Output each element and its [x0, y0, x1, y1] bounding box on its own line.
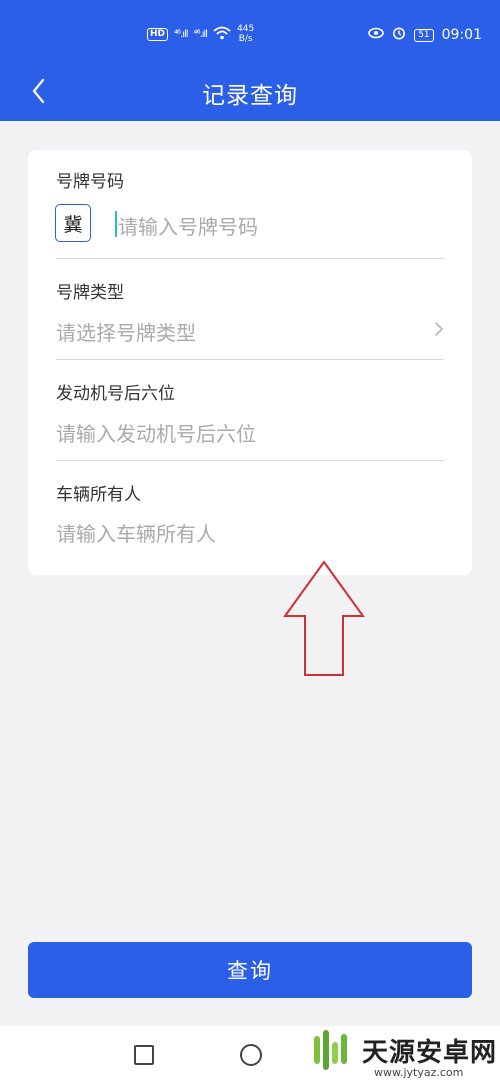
annotation-up-arrow: [283, 560, 365, 676]
engine-number-input[interactable]: 请输入发动机号后六位: [56, 418, 256, 447]
province-selector[interactable]: 冀: [55, 204, 91, 242]
wifi-icon: [213, 26, 231, 43]
network-speed: 445 B/s: [237, 24, 254, 44]
watermark-logo-icon: [314, 1030, 347, 1070]
status-left: HD ⁴⁶.ıll ⁴⁶.ıll 445 B/s: [147, 24, 254, 44]
plate-number-input[interactable]: 请输入号牌号码: [118, 211, 258, 240]
engine-number-label: 发动机号后六位: [56, 384, 175, 404]
alarm-icon: [392, 26, 406, 44]
query-form-card: 号牌号码 冀 请输入号牌号码 号牌类型 请选择号牌类型 发动机号后六位 请输入发…: [28, 150, 472, 575]
status-right: 51 09:01: [368, 26, 482, 44]
owner-label: 车辆所有人: [56, 485, 141, 505]
signal-icon-1: ⁴⁶.ıll: [174, 28, 188, 40]
home-button[interactable]: [240, 1044, 262, 1066]
speed-unit: B/s: [238, 34, 253, 44]
status-bar: HD ⁴⁶.ıll ⁴⁶.ıll 445 B/s 51 09:01: [0, 0, 500, 72]
signal-icon-2: ⁴⁶.ıll: [193, 28, 208, 40]
watermark: 天源安卓网 www.jytyaz.com: [312, 1028, 498, 1079]
plate-type-select[interactable]: 请选择号牌类型: [56, 317, 196, 346]
plate-number-label: 号牌号码: [56, 172, 124, 192]
query-button[interactable]: 查询: [28, 942, 472, 998]
nav-row: 记录查询: [0, 72, 500, 112]
chevron-right-icon: [435, 322, 444, 336]
recent-apps-button[interactable]: [134, 1045, 154, 1065]
eye-icon: [368, 27, 384, 43]
watermark-url: www.jytyaz.com: [374, 1066, 464, 1079]
divider: [56, 359, 444, 360]
page-title: 记录查询: [202, 83, 298, 109]
text-cursor: [115, 211, 117, 237]
hd-badge: HD: [147, 27, 169, 41]
speed-value: 445: [237, 24, 255, 34]
status-time: 09:01: [441, 27, 482, 43]
watermark-name: 天源安卓网: [362, 1037, 498, 1068]
top-bar: HD ⁴⁶.ıll ⁴⁶.ıll 445 B/s 51 09:01 记录查询: [0, 0, 500, 121]
divider: [56, 258, 444, 259]
divider: [56, 460, 444, 461]
plate-type-label: 号牌类型: [56, 283, 124, 303]
owner-input[interactable]: 请输入车辆所有人: [56, 518, 216, 547]
battery-icon: 51: [414, 28, 434, 42]
